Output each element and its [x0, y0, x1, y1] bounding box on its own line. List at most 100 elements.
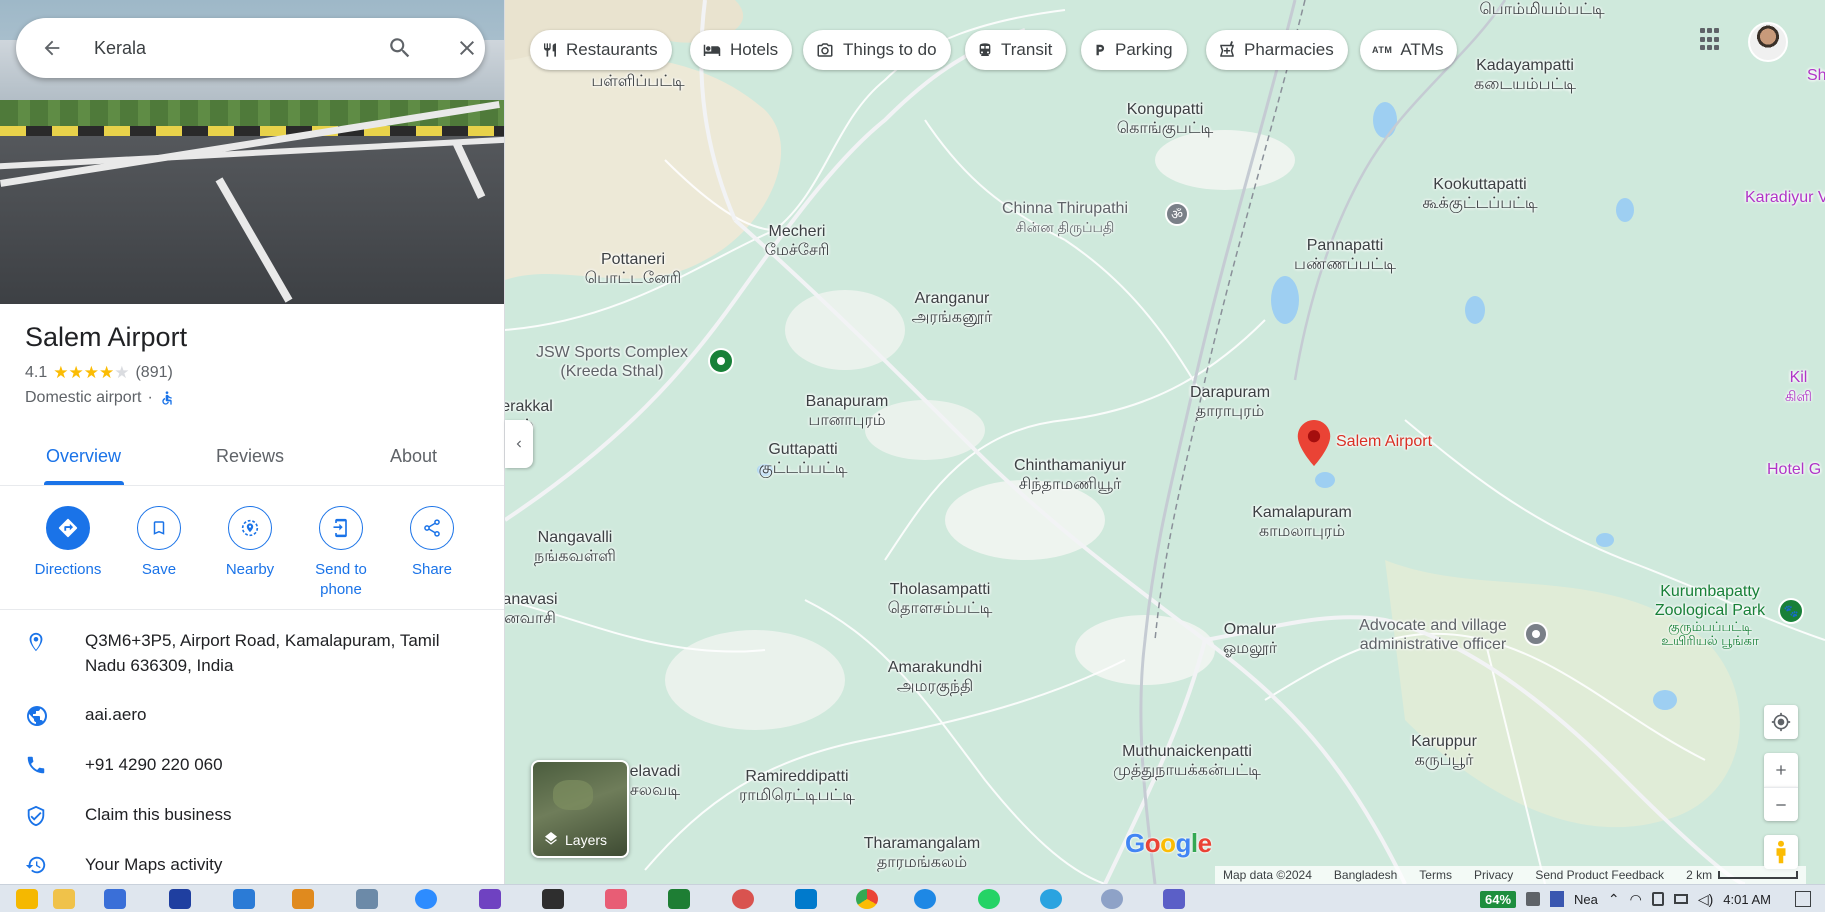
zoom-out-button[interactable]	[1764, 787, 1798, 821]
save-button[interactable]: Save	[114, 506, 204, 580]
map-label-tharamangalam[interactable]: Tharamangalam தாரமங்கலம்	[864, 834, 981, 872]
teams-icon[interactable]	[1163, 889, 1185, 909]
wifi-icon[interactable]: ◠	[1630, 891, 1642, 908]
map-label-elavadi[interactable]: elavadi சலவடி	[630, 762, 681, 800]
video-editor-icon[interactable]	[479, 889, 501, 909]
app-icon[interactable]	[292, 889, 314, 909]
google-apps-icon[interactable]	[1700, 28, 1724, 52]
search-button[interactable]	[384, 32, 416, 64]
chrome-icon[interactable]	[856, 889, 878, 909]
battery-icon[interactable]	[1673, 894, 1688, 904]
chip-restaurants[interactable]: Restaurants	[530, 30, 672, 70]
map-label-kongupatti[interactable]: Kongupatti கொங்குபட்டி	[1117, 100, 1214, 138]
chip-transit[interactable]: Transit	[965, 30, 1067, 70]
calculator-icon[interactable]	[356, 889, 378, 909]
clear-search-button[interactable]	[451, 32, 483, 64]
terminal-icon[interactable]	[542, 889, 564, 909]
nearby-button[interactable]: Nearby	[205, 506, 295, 580]
map-label-kookuttapatti[interactable]: Kookuttapatti கூக்குட்டப்பட்டி	[1422, 175, 1537, 213]
speaker-icon[interactable]: ◁)	[1698, 891, 1713, 908]
chip-pharmacies[interactable]: Pharmacies	[1206, 30, 1348, 70]
phone-row[interactable]: +91 4290 220 060	[0, 752, 504, 802]
map-label-kadayampatti[interactable]: Kadayampatti கடையம்பட்டி	[1474, 56, 1576, 94]
battery-indicator[interactable]: 64%	[1480, 890, 1517, 908]
terms-link[interactable]: Terms	[1419, 868, 1452, 882]
linkedin-icon[interactable]	[169, 889, 191, 909]
clock-time[interactable]: 4:01 AM	[1723, 892, 1771, 907]
edge-icon[interactable]	[914, 889, 936, 909]
chip-things-to-do[interactable]: Things to do	[803, 30, 951, 70]
tab-reviews[interactable]: Reviews	[216, 446, 284, 467]
spreadsheet-icon[interactable]	[668, 889, 690, 909]
chip-parking[interactable]: Parking	[1081, 30, 1187, 70]
notification-icon[interactable]	[1795, 891, 1811, 907]
map-label-advocate[interactable]: Advocate and village administrative offic…	[1359, 616, 1507, 654]
address-row[interactable]: Q3M6+3P5, Airport Road, Kamalapuram, Tam…	[0, 628, 504, 702]
eraser-icon[interactable]	[605, 889, 627, 909]
mail-icon[interactable]	[104, 889, 126, 909]
map-label-tholasampatti[interactable]: Tholasampatti தொளசம்பட்டி	[888, 580, 993, 618]
chip-hotels[interactable]: Hotels	[690, 30, 793, 70]
activity-row[interactable]: Your Maps activity	[0, 852, 504, 884]
sports-venue-icon[interactable]	[708, 348, 734, 374]
map-label-kamalapuram[interactable]: Kamalapuram காமலாபுரம்	[1252, 503, 1352, 541]
file-explorer-icon[interactable]	[16, 889, 38, 909]
map-label-anavasi[interactable]: anavasi னவாசி	[505, 590, 558, 628]
send-to-phone-button[interactable]: Send to phone	[296, 506, 386, 600]
map-label-chinthamaniyur[interactable]: Chinthamaniyur சிந்தாமணியூர்	[1014, 456, 1126, 494]
office-icon[interactable]	[1524, 622, 1548, 646]
device-icon[interactable]	[1651, 892, 1664, 906]
map-label-kil[interactable]: Kil கிளி	[1785, 368, 1812, 406]
account-avatar[interactable]	[1748, 22, 1788, 62]
region-link[interactable]: Bangladesh	[1334, 868, 1397, 882]
map-label-amarakundhi[interactable]: Amarakundhi அமரகுந்தி	[888, 658, 982, 696]
paw-icon[interactable]: 🐾	[1778, 598, 1804, 624]
claim-row[interactable]: Claim this business	[0, 802, 504, 852]
map-label-ramireddipatti[interactable]: Ramireddipatti ராமிரெட்டிபட்டி	[739, 767, 855, 805]
telegram-icon[interactable]	[1040, 889, 1062, 909]
map-label-pottaneri[interactable]: Pottaneri பொட்டனேரி	[585, 250, 682, 288]
collapse-panel-button[interactable]	[505, 420, 533, 468]
paint-icon[interactable]	[732, 889, 754, 909]
map-label-aranganur[interactable]: Aranganur அரங்கனூர்	[912, 289, 993, 327]
r-app-icon[interactable]	[1101, 889, 1123, 909]
scale-bar[interactable]: 2 km	[1686, 868, 1799, 882]
folder-icon[interactable]	[53, 889, 75, 909]
vscode-icon[interactable]	[795, 889, 817, 909]
map-label-pommampatti[interactable]: பொம்மியம்பட்டி	[1479, 0, 1604, 19]
map-label-mecheri[interactable]: Mecheri மேச்சேரி	[765, 222, 830, 260]
map-label-hotel[interactable]: Hotel G	[1767, 460, 1821, 479]
map-label-guttapatti[interactable]: Guttapatti குட்டப்பட்டி	[759, 440, 848, 478]
map-label-darapuram[interactable]: Darapuram தாராபுரம்	[1190, 383, 1270, 421]
feedback-link[interactable]: Send Product Feedback	[1535, 868, 1664, 882]
map-label-kurumbapatty-zoo[interactable]: Kurumbapatty Zoological Park குரும்பப்பட்ட…	[1655, 582, 1765, 648]
language-indicator[interactable]: Nea	[1574, 892, 1598, 907]
map-label-salem-airport[interactable]: Salem Airport	[1336, 432, 1432, 451]
map-label-karadiyur[interactable]: Karadiyur View Po	[1745, 188, 1825, 207]
directions-button[interactable]: Directions	[23, 506, 113, 580]
place-category[interactable]: Domestic airport	[25, 389, 141, 407]
street-view-button[interactable]	[1764, 835, 1798, 869]
tab-overview[interactable]: Overview	[46, 446, 121, 467]
power-icon[interactable]	[1526, 892, 1541, 906]
rating-row[interactable]: 4.1 ★★★★★ (891)	[25, 363, 187, 383]
map-label-jsw-sports[interactable]: JSW Sports Complex (Kreeda Sthal)	[536, 343, 688, 381]
privacy-link[interactable]: Privacy	[1474, 868, 1513, 882]
chip-atms[interactable]: ATM ATMs	[1360, 30, 1458, 70]
store-icon[interactable]	[233, 889, 255, 909]
review-count[interactable]: (891)	[135, 364, 172, 382]
temple-icon[interactable]: ॐ	[1165, 202, 1189, 226]
map-label-pannapatti[interactable]: Pannapatti பண்ணப்பட்டி	[1294, 236, 1396, 274]
website-row[interactable]: aai.aero	[0, 702, 504, 752]
map-label-nangavalli[interactable]: Nangavalli நங்கவள்ளி	[534, 528, 616, 566]
layers-button[interactable]: Layers	[531, 760, 629, 858]
share-button[interactable]: Share	[387, 506, 477, 580]
whatsapp-icon[interactable]	[978, 889, 1000, 909]
zoom-app-icon[interactable]	[415, 889, 437, 909]
search-input[interactable]	[94, 32, 354, 64]
tab-about[interactable]: About	[390, 446, 437, 467]
chevron-up-icon[interactable]: ⌃	[1608, 891, 1620, 908]
input-method-icon[interactable]	[1550, 891, 1565, 907]
map-label-muthunaickenpatti[interactable]: Muthunaickenpatti முத்துநாயக்கன்பட்டி	[1113, 742, 1261, 780]
zoom-in-button[interactable]	[1764, 753, 1798, 787]
